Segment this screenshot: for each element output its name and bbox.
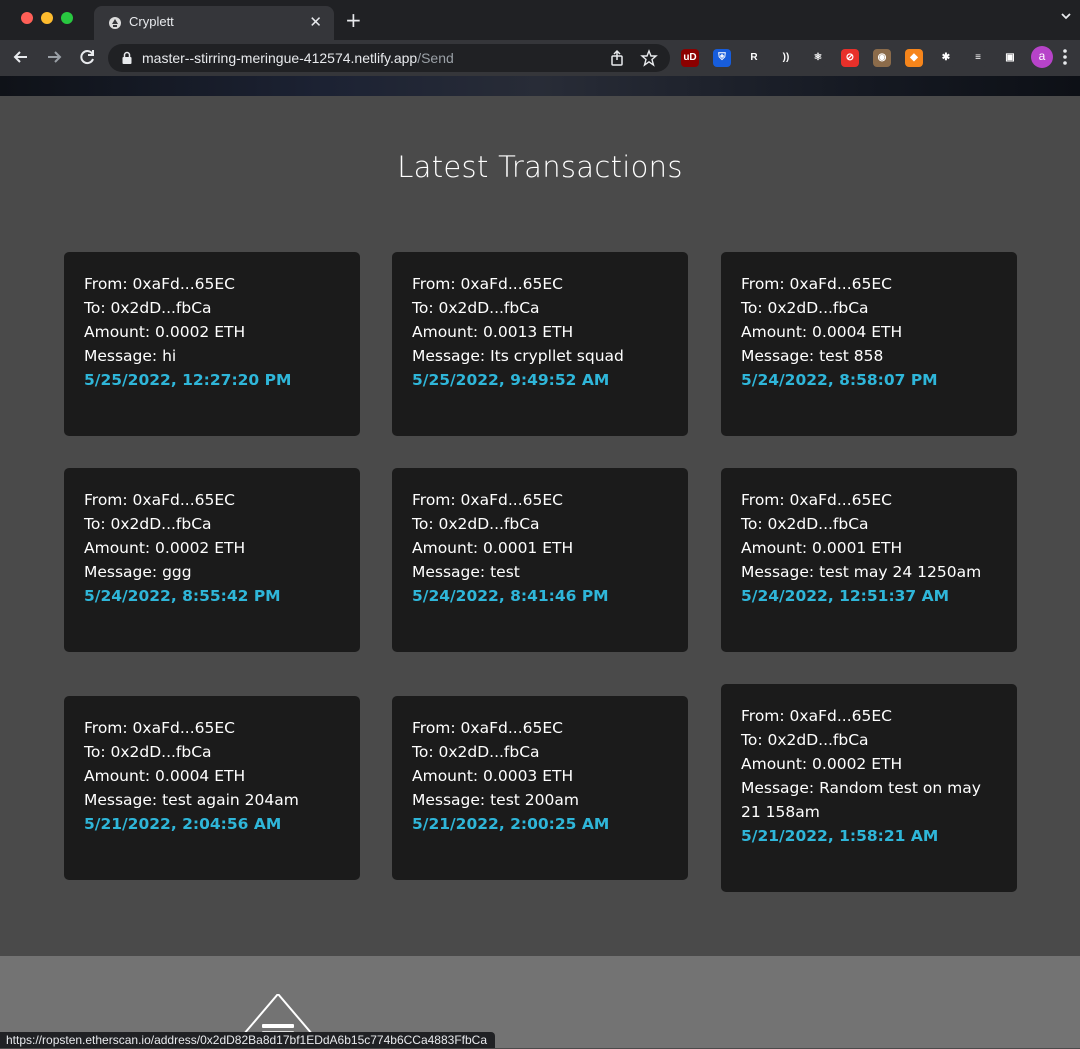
transaction-to: To: 0x2dD...fbCa [741,731,869,749]
transaction-card[interactable]: From: 0xaFd...65EC To: 0x2dD...fbCa Amount… [64,252,360,436]
lock-icon [122,51,132,64]
transaction-from: From: 0xaFd...65EC [412,491,563,509]
transaction-message: Message: test 200am [412,791,579,809]
new-tab-button[interactable]: + [345,8,362,32]
wireless-icon[interactable]: )) [777,49,795,67]
ublock-origin-icon[interactable]: uD [681,49,699,67]
url-text: master--stirring-meringue-412574.netlify… [142,50,454,66]
transaction-timestamp: 5/24/2022, 12:51:37 AM [741,587,950,605]
transaction-to: To: 0x2dD...fbCa [412,299,540,317]
transaction-from: From: 0xaFd...65EC [741,275,892,293]
browser-tab-cryplett[interactable]: Cryplett ✕ [94,6,334,40]
transaction-to: To: 0x2dD...fbCa [84,299,212,317]
transaction-card[interactable]: From: 0xaFd...65EC To: 0x2dD...fbCa Amount… [721,684,1017,892]
transaction-from: From: 0xaFd...65EC [412,275,563,293]
transaction-message: Message: ggg [84,563,192,581]
r-extension-icon[interactable]: R [745,49,763,67]
bitwarden-icon[interactable]: ⛨ [713,49,731,67]
transaction-timestamp: 5/24/2022, 8:41:46 PM [412,587,609,605]
transaction-timestamp: 5/21/2022, 1:58:21 AM [741,827,939,845]
transaction-timestamp: 5/25/2022, 9:49:52 AM [412,371,610,389]
transaction-card[interactable]: From: 0xaFd...65EC To: 0x2dD...fbCa Amount… [721,468,1017,652]
transaction-amount: Amount: 0.0002 ETH [84,539,246,557]
react-devtools-icon[interactable]: ⚛ [809,49,827,67]
transaction-message: Message: test again 204am [84,791,299,809]
browser-tab-strip: Cryplett ✕ + [0,0,1080,40]
url-host: master--stirring-meringue-412574.netlify… [142,50,418,66]
profile-avatar[interactable]: a [1031,46,1053,68]
transaction-to: To: 0x2dD...fbCa [741,299,869,317]
transaction-card[interactable]: From: 0xaFd...65EC To: 0x2dD...fbCa Amount… [392,696,688,880]
transaction-to: To: 0x2dD...fbCa [84,743,212,761]
link-status-bar: https://ropsten.etherscan.io/address/0x2… [0,1032,495,1048]
url-path: /Send [417,50,454,66]
page-title: Latest Transactions [397,150,683,184]
transaction-to: To: 0x2dD...fbCa [84,515,212,533]
transaction-from: From: 0xaFd...65EC [84,491,235,509]
blocker-icon[interactable]: ⊘ [841,49,859,67]
transaction-card[interactable]: From: 0xaFd...65EC To: 0x2dD...fbCa Amount… [392,468,688,652]
browser-toolbar: master--stirring-meringue-412574.netlify… [0,40,1080,76]
transaction-from: From: 0xaFd...65EC [741,707,892,725]
transaction-card[interactable]: From: 0xaFd...65EC To: 0x2dD...fbCa Amount… [64,468,360,652]
transaction-message: Message: hi [84,347,177,365]
transaction-timestamp: 5/24/2022, 8:58:07 PM [741,371,938,389]
hero-banner-strip [0,76,1080,96]
transaction-timestamp: 5/24/2022, 8:55:42 PM [84,587,281,605]
transaction-card[interactable]: From: 0xaFd...65EC To: 0x2dD...fbCa Amount… [64,696,360,880]
transaction-to: To: 0x2dD...fbCa [741,515,869,533]
browser-menu-icon[interactable] [1062,47,1068,67]
site-favicon-icon [109,17,121,29]
transaction-message: Message: Random test on may 21 158am [741,779,981,821]
transaction-amount: Amount: 0.0002 ETH [84,323,246,341]
tab-search-chevron-icon[interactable] [1060,10,1072,22]
transaction-card[interactable]: From: 0xaFd...65EC To: 0x2dD...fbCa Amount… [392,252,688,436]
transaction-amount: Amount: 0.0001 ETH [412,539,574,557]
minimize-window-button[interactable] [41,12,53,24]
transaction-card[interactable]: From: 0xaFd...65EC To: 0x2dD...fbCa Amount… [721,252,1017,436]
transaction-message: Message: test 858 [741,347,884,365]
extensions-puzzle-icon[interactable]: ✱ [937,49,955,67]
address-bar[interactable]: master--stirring-meringue-412574.netlify… [108,44,670,72]
transaction-to: To: 0x2dD...fbCa [412,743,540,761]
reload-icon[interactable] [76,46,98,68]
transaction-amount: Amount: 0.0013 ETH [412,323,574,341]
transaction-amount: Amount: 0.0004 ETH [84,767,246,785]
transaction-message: Message: Its crypllet squad [412,347,624,365]
side-panel-icon[interactable]: ▣ [1001,49,1019,67]
share-icon[interactable] [608,49,626,67]
transaction-from: From: 0xaFd...65EC [84,719,235,737]
transaction-timestamp: 5/25/2022, 12:27:20 PM [84,371,292,389]
transaction-amount: Amount: 0.0004 ETH [741,323,903,341]
tab-close-icon[interactable]: ✕ [309,13,322,31]
transaction-message: Message: test [412,563,520,581]
transaction-amount: Amount: 0.0002 ETH [741,755,903,773]
metamask-icon[interactable]: ◆ [905,49,923,67]
forward-arrow-icon[interactable] [43,46,65,68]
transaction-timestamp: 5/21/2022, 2:00:25 AM [412,815,610,833]
back-arrow-icon[interactable] [10,46,32,68]
transaction-to: To: 0x2dD...fbCa [412,515,540,533]
transaction-from: From: 0xaFd...65EC [84,275,235,293]
transaction-message: Message: test may 24 1250am [741,563,982,581]
transaction-amount: Amount: 0.0001 ETH [741,539,903,557]
owl-icon[interactable]: ◉ [873,49,891,67]
transaction-amount: Amount: 0.0003 ETH [412,767,574,785]
transaction-timestamp: 5/21/2022, 2:04:56 AM [84,815,282,833]
reading-list-icon[interactable]: ≡ [969,49,987,67]
maximize-window-button[interactable] [61,12,73,24]
transaction-from: From: 0xaFd...65EC [741,491,892,509]
tab-title: Cryplett [129,14,174,29]
bookmark-star-icon[interactable] [640,49,658,67]
transaction-from: From: 0xaFd...65EC [412,719,563,737]
close-window-button[interactable] [21,12,33,24]
